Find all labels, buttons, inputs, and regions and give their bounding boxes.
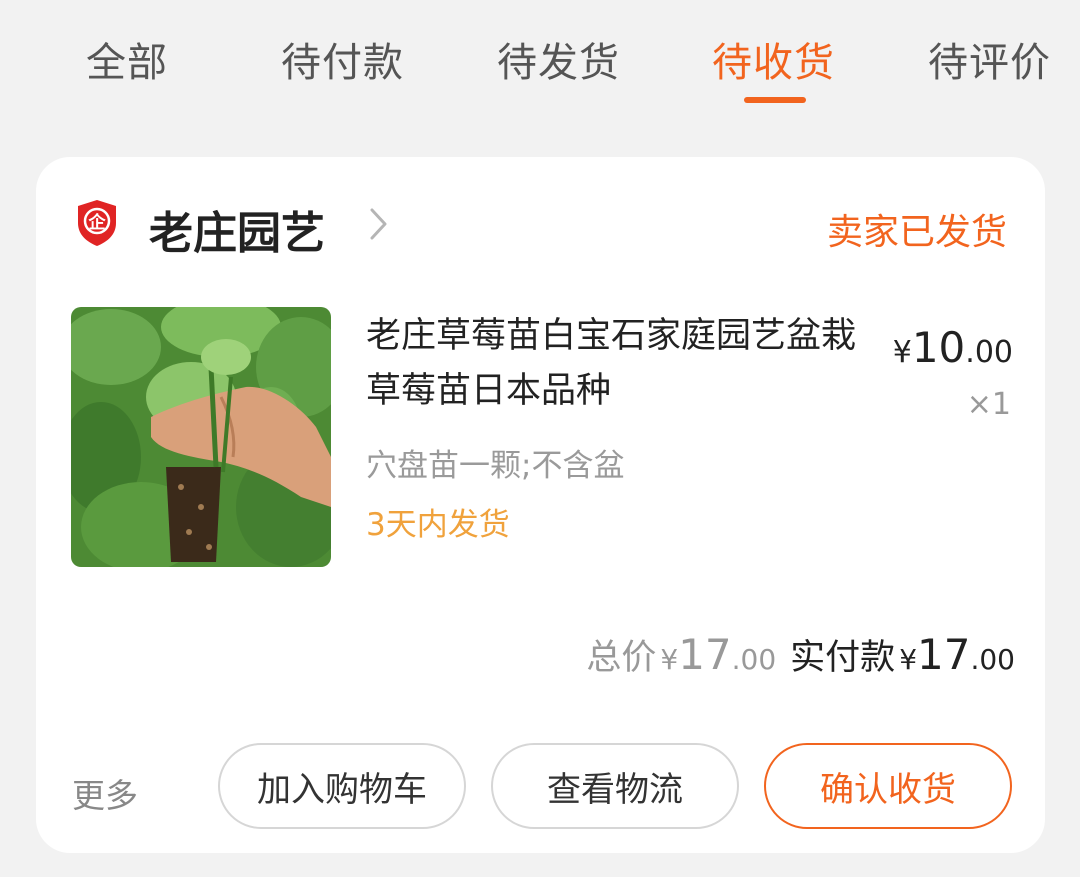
tab-all[interactable]: 全部 [86, 30, 168, 88]
order-totals: 总价 ¥ 17 .00 实付款 ¥ 17 .00 [586, 629, 1015, 680]
item-quantity: ×1 [966, 387, 1011, 422]
unit-price: ¥10.00 [893, 323, 1013, 372]
paid-integer: 17 [917, 630, 971, 679]
add-to-cart-button[interactable]: 加入购物车 [218, 743, 466, 829]
paid-label: 实付款 [790, 638, 896, 678]
strawberry-seedling-image [71, 307, 331, 567]
paid-decimal: .00 [970, 643, 1015, 676]
tab-pending-receipt[interactable]: 待收货 [712, 30, 835, 88]
product-image[interactable] [71, 307, 331, 567]
price-decimal: .00 [965, 335, 1013, 370]
item-sku: 穴盘苗一颗;不含盆 [366, 448, 625, 484]
total-integer: 17 [678, 630, 732, 679]
tab-pending-shipment[interactable]: 待发货 [497, 30, 620, 88]
more-button[interactable]: 更多 [72, 769, 138, 817]
badge-char: 企 [88, 212, 107, 233]
shop-name[interactable]: 老庄园艺 [149, 197, 325, 261]
total-label: 总价 [586, 638, 657, 678]
total-decimal: .00 [731, 643, 777, 676]
order-status: 卖家已发货 [826, 212, 1007, 253]
chevron-right-icon[interactable] [368, 207, 390, 241]
total-currency: ¥ [660, 643, 679, 676]
view-logistics-button[interactable]: 查看物流 [491, 743, 739, 829]
paid-currency: ¥ [899, 643, 918, 676]
tab-pending-payment[interactable]: 待付款 [281, 30, 404, 88]
price-integer: 10 [911, 323, 966, 372]
active-tab-indicator [744, 97, 806, 103]
order-tabs: 全部 待付款 待发货 待收货 待评价 [0, 0, 1080, 130]
product-title[interactable]: 老庄草莓苗白宝石家庭园艺盆栽草莓苗日本品种 [366, 309, 866, 419]
confirm-receipt-button[interactable]: 确认收货 [764, 743, 1012, 829]
enterprise-shield-icon: 企 [78, 200, 116, 246]
tab-pending-review[interactable]: 待评价 [928, 30, 1051, 88]
order-card: 企 老庄园艺 卖家已发货 老庄草莓苗白宝石家庭园艺盆栽草莓苗日本品种 ¥10.0… [36, 157, 1045, 853]
price-currency: ¥ [892, 335, 912, 370]
shipping-promise: 3天内发货 [366, 507, 510, 543]
